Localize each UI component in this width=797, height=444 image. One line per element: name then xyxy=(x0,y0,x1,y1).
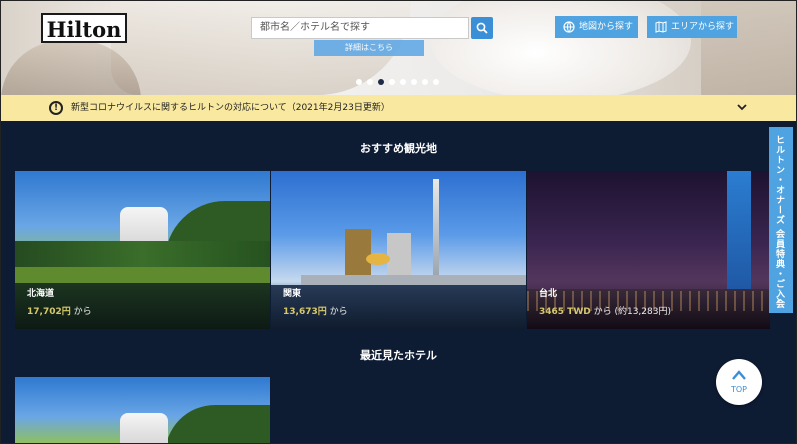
area-search-button[interactable]: エリアから探す xyxy=(647,16,737,38)
carousel-dot[interactable] xyxy=(433,79,439,85)
carousel-dot[interactable] xyxy=(389,79,395,85)
search-icon xyxy=(476,22,488,34)
hilton-logo[interactable]: Hilton xyxy=(41,13,127,43)
recent-hotel-card[interactable] xyxy=(15,377,270,443)
chevron-down-icon[interactable] xyxy=(736,101,748,113)
recent-hotels-title: 最近見たホテル xyxy=(360,349,437,362)
destination-name: 台北 xyxy=(539,289,558,299)
search-button[interactable] xyxy=(471,17,493,39)
destination-price: 13,673円 から xyxy=(283,307,348,317)
destination-price: 17,702円 から xyxy=(27,307,92,317)
destination-price: 3465 TWD から (約13,283円) xyxy=(539,307,671,317)
covid-notice-bar[interactable]: ! 新型コロナウイルスに関するヒルトンの対応について（2021年2月23日更新） xyxy=(1,95,796,121)
top-label: TOP xyxy=(730,385,747,394)
chevron-right-icon: › xyxy=(776,293,781,306)
recommended-title: おすすめ観光地 xyxy=(360,142,437,155)
detail-button[interactable]: 詳細はこちら xyxy=(314,40,424,56)
hhonors-side-tab[interactable]: ヒルトン・オナーズ 会員特典・ご入会 › xyxy=(769,127,793,313)
side-tab-label: ヒルトン・オナーズ 会員特典・ご入会 xyxy=(774,135,784,310)
chevron-up-icon xyxy=(732,370,746,380)
hero-banner[interactable]: Hilton 都市名／ホテル名で探す 詳細はこちら 地図から探す エリアから探す xyxy=(1,1,796,95)
recommended-cards: 北海道 17,702円 から 関東 13,673円 から 台北 3465 TWD… xyxy=(15,171,770,329)
destination-card-taipei[interactable]: 台北 3465 TWD から (約13,283円) xyxy=(527,171,770,329)
destination-name: 北海道 xyxy=(27,289,55,299)
carousel-dot[interactable] xyxy=(400,79,406,85)
notice-text[interactable]: 新型コロナウイルスに関するヒルトンの対応について（2021年2月23日更新） xyxy=(71,95,390,121)
alert-icon: ! xyxy=(49,101,63,115)
map-search-label: 地図から探す xyxy=(579,22,634,32)
back-to-top-button[interactable]: TOP xyxy=(716,359,762,405)
destination-card-kanto[interactable]: 関東 13,673円 から xyxy=(271,171,526,329)
carousel-dot[interactable] xyxy=(422,79,428,85)
search-input[interactable]: 都市名／ホテル名で探す xyxy=(251,17,469,39)
destination-name: 関東 xyxy=(283,289,302,299)
page: Hilton 都市名／ホテル名で探す 詳細はこちら 地図から探す エリアから探す xyxy=(0,0,797,444)
carousel-dot[interactable] xyxy=(356,79,362,85)
carousel-dot[interactable] xyxy=(411,79,417,85)
destination-card-hokkaido[interactable]: 北海道 17,702円 から xyxy=(15,171,270,329)
area-search-label: エリアから探す xyxy=(671,22,735,32)
carousel-dot[interactable] xyxy=(367,79,373,85)
map-icon xyxy=(655,21,667,33)
map-search-button[interactable]: 地図から探す xyxy=(555,16,638,38)
carousel-dot[interactable] xyxy=(378,79,384,85)
globe-icon xyxy=(563,21,575,33)
